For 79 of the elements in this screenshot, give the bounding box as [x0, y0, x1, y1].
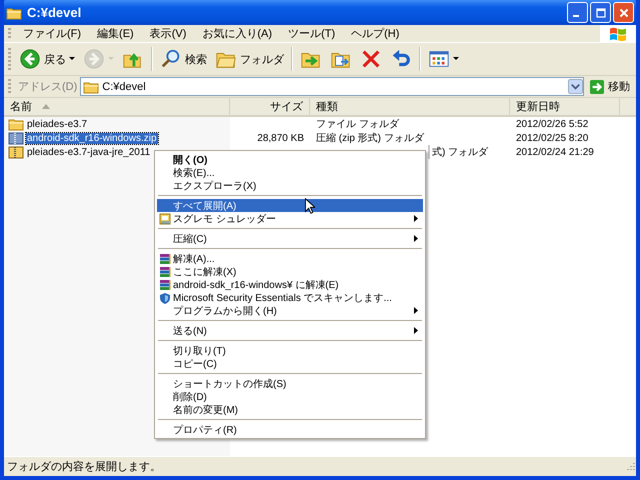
menu-item[interactable]: プロパティ(R) — [157, 423, 423, 436]
column-header[interactable]: サイズ — [230, 98, 310, 115]
file-name[interactable]: android-sdk_r16-windows.zip — [26, 132, 158, 144]
menu-item[interactable]: ショートカットの作成(S) — [157, 377, 423, 390]
menu-item[interactable]: コピー(C) — [157, 357, 423, 370]
file-size: 28,870 KB — [257, 132, 304, 144]
menu-item[interactable]: 削除(D) — [157, 390, 423, 403]
menu-item[interactable]: 検索(E)... — [157, 166, 423, 179]
menu-item[interactable]: 表示(V) — [142, 26, 194, 41]
zip-folder-icon — [8, 145, 24, 159]
menu-item[interactable]: ヘルプ(H) — [343, 26, 408, 41]
close-button[interactable] — [613, 2, 634, 23]
menu-item[interactable]: 開く(O) — [157, 153, 423, 166]
column-header[interactable]: 更新日時 — [510, 98, 620, 115]
folder-icon — [8, 117, 24, 131]
search-button[interactable]: 検索 — [156, 45, 211, 73]
archive-icon — [159, 278, 171, 290]
submenu-arrow-icon — [414, 327, 418, 334]
file-name[interactable]: pleiades-e3.7 — [26, 118, 88, 130]
menu-item[interactable]: エクスプローラ(X) — [157, 179, 423, 192]
menu-item[interactable]: ファイル(F) — [15, 26, 90, 41]
menu-item[interactable]: 編集(E) — [89, 26, 142, 41]
archive-icon — [159, 266, 171, 278]
modified-date: 2012/02/25 8:20 — [516, 132, 588, 144]
column-header[interactable]: 名前 — [4, 98, 230, 115]
sort-up-icon — [42, 104, 50, 109]
menu-item[interactable]: すべて展開(A) — [157, 199, 423, 212]
submenu-arrow-icon — [414, 307, 418, 314]
views-icon — [428, 48, 450, 70]
minimize-icon — [573, 14, 579, 16]
status-text: フォルダの内容を展開します。 — [7, 460, 161, 474]
file-type: ファイル フォルダ — [316, 118, 399, 131]
search-icon — [160, 48, 182, 70]
folder-icon — [6, 6, 22, 20]
delete-icon — [360, 48, 382, 70]
resize-grip-icon[interactable] — [624, 460, 636, 472]
menu-item[interactable]: android-sdk_r16-windows¥ に解凍(E) — [157, 278, 423, 291]
maximize-icon — [596, 8, 606, 18]
maximize-button[interactable] — [590, 2, 611, 23]
submenu-arrow-icon — [414, 215, 418, 222]
menu-item[interactable]: 切り取り(T) — [157, 344, 423, 357]
folders-button[interactable]: フォルダ — [211, 45, 288, 73]
address-value: C:¥devel — [102, 80, 147, 92]
shredder-icon — [159, 212, 171, 224]
close-icon — [618, 8, 628, 18]
file-name[interactable]: pleiades-e3.7-java-jre_2011 — [26, 146, 152, 158]
menu-item[interactable]: 圧縮(C) — [157, 232, 423, 245]
window-title: C:¥devel — [27, 5, 82, 20]
dropdown-icon[interactable] — [568, 79, 583, 94]
address-field[interactable]: C:¥devel — [80, 77, 584, 96]
shield-icon — [159, 292, 171, 304]
menu-item[interactable]: スグレモ シュレッダー — [157, 212, 423, 225]
submenu-arrow-icon — [414, 235, 418, 242]
column-header[interactable]: 種類 — [310, 98, 510, 115]
zip-folder-icon — [8, 131, 24, 145]
modified-date: 2012/02/26 5:52 — [516, 118, 588, 130]
folder-icon — [83, 80, 100, 94]
minimize-button[interactable] — [567, 2, 588, 23]
menu-item[interactable]: プログラムから開く(H) — [157, 304, 423, 317]
menu-item[interactable]: 名前の変更(M) — [157, 403, 423, 416]
menu-item[interactable]: Microsoft Security Essentials でスキャンします... — [157, 291, 423, 304]
caret-icon — [453, 57, 459, 61]
right-arrow-icon — [589, 80, 605, 94]
modified-date: 2012/02/24 21:29 — [516, 146, 594, 158]
file-type: 圧縮 (zip 形式) フォルダ — [316, 132, 424, 145]
menu-item[interactable]: 送る(N) — [157, 324, 423, 337]
menu-item[interactable]: お気に入り(A) — [194, 26, 280, 41]
menu-item[interactable]: ツール(T) — [280, 26, 344, 41]
caret-icon — [69, 57, 75, 61]
go-button[interactable]: 移動 — [587, 79, 636, 94]
menu-item[interactable]: 解凍(A)... — [157, 252, 423, 265]
back-button[interactable]: 戻る — [15, 45, 79, 73]
caret-icon — [108, 57, 114, 61]
flag-logo-icon — [609, 26, 627, 42]
mouse-pointer-icon — [305, 198, 315, 214]
menu-item[interactable]: ここに解凍(X) — [157, 265, 423, 278]
archive-icon — [159, 252, 171, 264]
file-type: 式) フォルダ — [428, 145, 488, 159]
address-label: アドレス(D) — [18, 80, 78, 94]
